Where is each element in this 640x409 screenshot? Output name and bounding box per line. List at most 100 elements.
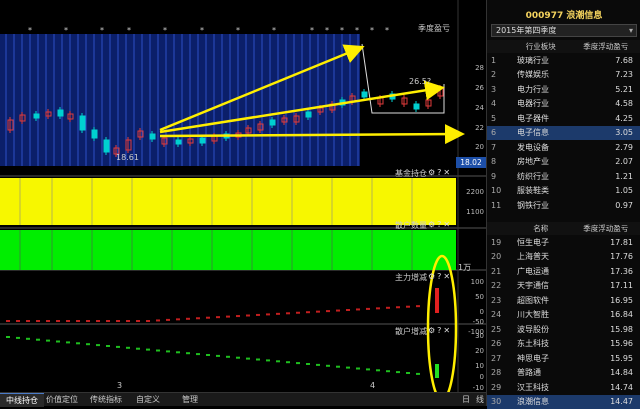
x-label-4: 4 [370, 381, 375, 390]
retail-change-mark [46, 340, 50, 342]
stock-row[interactable]: 24川大智胜16.84 [487, 308, 640, 323]
sector-row[interactable]: 7发电设备2.79 [487, 140, 640, 155]
stock-row[interactable]: 25波导股份15.98 [487, 322, 640, 337]
sector-col-name[interactable]: 行业板块 [511, 40, 571, 53]
stock-cell-num: 19 [487, 235, 511, 250]
sector-row[interactable]: 5电子器件4.25 [487, 111, 640, 126]
tab-traditional-indicator[interactable]: 传统指标 [84, 393, 128, 407]
close-icon[interactable]: ✕ [443, 272, 452, 281]
retail-change-mark [136, 348, 140, 350]
retail-change-mark [16, 337, 20, 339]
sector-row[interactable]: 8房地产业2.07 [487, 155, 640, 170]
sector-cell-value: 4.58 [571, 97, 640, 112]
main-force-mark [6, 320, 10, 322]
retail-change-mark [346, 367, 350, 369]
stock-col-name[interactable]: 名称 [511, 222, 571, 235]
season-select[interactable]: 2015年第四季度 ▾ [491, 24, 637, 37]
tab-custom[interactable]: 自定义 [130, 393, 166, 407]
main-force-mark [76, 320, 80, 322]
candle-body [92, 130, 97, 138]
retail-change-mark [356, 368, 360, 370]
stock-cell-name: 波导股份 [511, 322, 571, 337]
stock-row[interactable]: 19恒生电子17.81 [487, 235, 640, 250]
stock-row[interactable]: 26东土科技15.96 [487, 337, 640, 352]
sector-row[interactable]: 4电器行业4.58 [487, 97, 640, 112]
retail-change-panel-title: 散户增减 [395, 326, 427, 337]
tab-mid-holding[interactable]: 中线持仓 [0, 393, 44, 407]
candle-body [58, 110, 63, 116]
retail-change-mark [306, 363, 310, 365]
stock-row[interactable]: 21广电运通17.36 [487, 264, 640, 279]
stock-row[interactable]: 30浪潮信息14.47 [487, 395, 640, 409]
candle-body [270, 120, 275, 125]
gear-icon[interactable]: ⚙ [428, 272, 437, 281]
gear-icon[interactable]: ⚙ [428, 168, 437, 177]
stock-col-value[interactable]: 季度浮动盈亏 [571, 222, 640, 235]
stock-row[interactable]: 22天宇通信17.11 [487, 279, 640, 294]
stock-cell-num: 23 [487, 293, 511, 308]
main-force-mark [126, 320, 130, 322]
close-icon[interactable]: ✕ [443, 168, 452, 177]
stock-cell-value: 15.95 [571, 351, 640, 366]
chart-area[interactable]: ************** 季度盈亏 基金持仓 ⚙?✕ 散户数量 ⚙?✕ 主力… [0, 0, 486, 392]
main-force-mark [176, 318, 180, 320]
retail-panel-icons[interactable]: ⚙?✕ [428, 220, 452, 229]
sector-col-value[interactable]: 季度浮动盈亏 [571, 40, 640, 53]
stock-row[interactable]: 20上海普天17.76 [487, 250, 640, 265]
stock-row[interactable]: 28普路通14.84 [487, 366, 640, 381]
main-force-mark [36, 320, 40, 322]
gear-icon[interactable]: ⚙ [428, 326, 437, 335]
candle-body [34, 114, 39, 118]
close-icon[interactable]: ✕ [443, 326, 452, 335]
sector-row[interactable]: 9纺织行业1.21 [487, 169, 640, 184]
retail-change-mark [326, 365, 330, 367]
main-force-mark [416, 305, 420, 307]
stock-cell-value: 17.36 [571, 264, 640, 279]
stock-cell-name: 汉王科技 [511, 380, 571, 395]
main-force-panel-icons[interactable]: ⚙?✕ [428, 272, 452, 281]
fund-panel-icons[interactable]: ⚙?✕ [428, 168, 452, 177]
tab-manage[interactable]: 管理 [176, 393, 204, 407]
main-force-mark [186, 318, 190, 320]
sector-cell-name: 电子信息 [511, 126, 571, 141]
retail-change-tick: 30 [475, 332, 484, 340]
gear-icon[interactable]: ⚙ [428, 220, 437, 229]
sector-row[interactable]: 11钢铁行业0.97 [487, 198, 640, 213]
retail-change-mark [416, 373, 420, 375]
retail-change-panel-icons[interactable]: ⚙?✕ [428, 326, 452, 335]
retail-change-mark [86, 343, 90, 345]
retail-change-mark [126, 347, 130, 349]
quarter-star: * [272, 26, 276, 35]
candle-body [362, 92, 367, 97]
quarter-star: * [355, 26, 359, 35]
retail-change-tick: 0 [480, 373, 484, 381]
sector-row[interactable]: 10服装鞋类1.05 [487, 184, 640, 199]
stock-cell-value: 16.84 [571, 308, 640, 323]
retail-change-mark [286, 361, 290, 363]
stock-cell-num: 24 [487, 308, 511, 323]
stock-cell-num: 29 [487, 380, 511, 395]
stock-row[interactable]: 23超图软件16.95 [487, 293, 640, 308]
tab-value-position[interactable]: 价值定位 [40, 393, 84, 407]
sector-cell-value: 5.21 [571, 82, 640, 97]
main-force-mark [116, 320, 120, 322]
stock-row[interactable]: 27神思电子15.95 [487, 351, 640, 366]
close-icon[interactable]: ✕ [443, 220, 452, 229]
sector-row[interactable]: 1玻璃行业7.68 [487, 53, 640, 68]
retail-change-mark [366, 368, 370, 370]
quarter-star: * [340, 26, 344, 35]
sector-row[interactable]: 2传媒娱乐7.23 [487, 68, 640, 83]
sector-cell-value: 2.07 [571, 155, 640, 170]
sector-cell-num: 7 [487, 140, 511, 155]
stock-cell-name: 天宇通信 [511, 279, 571, 294]
candle-body [150, 134, 155, 139]
sector-row[interactable]: 6电子信息3.05 [487, 126, 640, 141]
retail-change-mark [376, 369, 380, 371]
stock-cell-value: 15.98 [571, 322, 640, 337]
main-force-mark [166, 319, 170, 321]
sector-cell-value: 7.23 [571, 68, 640, 83]
stock-cell-name: 恒生电子 [511, 235, 571, 250]
sector-cell-name: 房地产业 [511, 155, 571, 170]
sector-row[interactable]: 3电力行业5.21 [487, 82, 640, 97]
stock-row[interactable]: 29汉王科技14.74 [487, 380, 640, 395]
